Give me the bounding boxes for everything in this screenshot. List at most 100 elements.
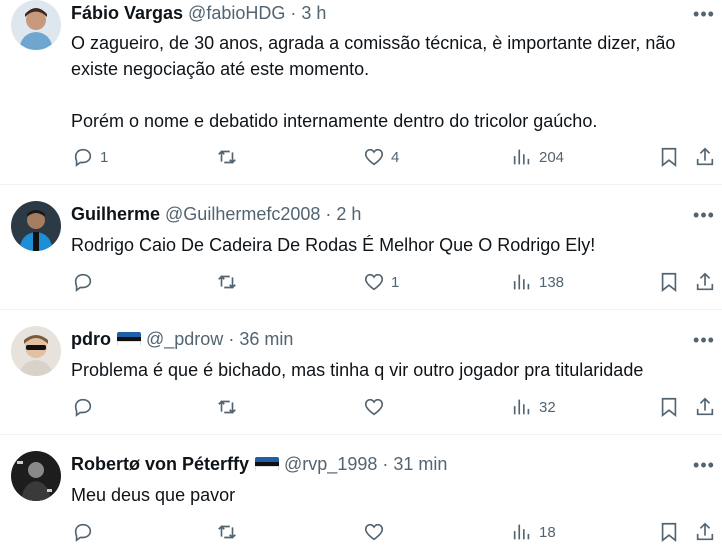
share-button[interactable] xyxy=(694,521,716,543)
tweet-line: Porém o nome e debatido internamente den… xyxy=(71,111,598,131)
views-button[interactable]: 18 xyxy=(511,521,556,543)
like-count: 4 xyxy=(391,148,400,166)
views-icon xyxy=(513,149,530,165)
tweet[interactable]: Fábio Vargas @fabioHDG · 3 h ••• O zague… xyxy=(0,0,722,185)
share-button[interactable] xyxy=(694,396,716,418)
retweet-icon xyxy=(218,525,236,539)
tweet-text: Rodrigo Caio De Cadeira De Rodas É Melho… xyxy=(71,232,702,258)
avatar[interactable] xyxy=(11,326,61,376)
tweet-line: Meu deus que pavor xyxy=(71,485,236,505)
reply-button[interactable] xyxy=(72,521,94,543)
author-handle[interactable]: @Guilhermefc2008 xyxy=(165,204,320,225)
tweet-header: Guilherme @Guilhermefc2008 · 2 h xyxy=(71,203,672,225)
action-bar: 1 138 xyxy=(66,269,722,295)
like-button[interactable]: 1 xyxy=(363,271,399,293)
retweet-button[interactable] xyxy=(216,521,238,543)
retweet-icon xyxy=(218,150,236,164)
bookmark-button[interactable] xyxy=(658,396,680,418)
tweet-text: O zagueiro, de 30 anos, agrada a comissã… xyxy=(71,30,702,134)
tweet-header: Fábio Vargas @fabioHDG · 3 h xyxy=(71,2,672,24)
like-count: 1 xyxy=(391,273,400,291)
share-button[interactable] xyxy=(694,146,716,168)
retweet-button[interactable] xyxy=(216,396,238,418)
reply-icon xyxy=(74,523,92,542)
share-icon xyxy=(696,522,714,541)
views-button[interactable]: 32 xyxy=(511,396,556,418)
reply-button[interactable] xyxy=(72,396,94,418)
avatar[interactable] xyxy=(11,0,61,50)
separator-dot: · xyxy=(382,453,389,474)
views-icon xyxy=(513,399,530,415)
views-button[interactable]: 138 xyxy=(511,271,564,293)
share-icon xyxy=(696,397,714,416)
retweet-icon xyxy=(218,400,236,414)
more-icon[interactable]: ••• xyxy=(692,205,716,225)
avatar[interactable] xyxy=(11,451,61,501)
action-bar: 32 xyxy=(66,394,722,420)
more-icon[interactable]: ••• xyxy=(692,330,716,350)
like-button[interactable]: 4 xyxy=(363,146,399,168)
views-count: 138 xyxy=(539,273,565,291)
bookmark-button[interactable] xyxy=(658,521,680,543)
like-icon xyxy=(364,523,384,541)
bookmark-button[interactable] xyxy=(658,146,680,168)
bookmark-icon xyxy=(661,397,677,417)
reply-count: 1 xyxy=(100,148,109,166)
separator-dot: · xyxy=(290,2,297,23)
bookmark-icon xyxy=(661,522,677,542)
flag-icon xyxy=(255,457,280,471)
like-button[interactable] xyxy=(363,521,385,543)
author-name[interactable]: Guilherme xyxy=(71,204,160,225)
like-icon xyxy=(364,398,384,416)
author-name[interactable]: Robertø von Péterffy xyxy=(71,454,249,475)
views-count: 204 xyxy=(539,148,565,166)
like-icon xyxy=(364,273,384,291)
timestamp[interactable]: 36 min xyxy=(239,329,293,350)
author-handle[interactable]: @_pdrow xyxy=(146,329,223,350)
reply-icon xyxy=(74,148,92,167)
author-name[interactable]: pdro xyxy=(71,329,111,350)
like-icon xyxy=(364,148,384,166)
views-button[interactable]: 204 xyxy=(511,146,564,168)
tweet[interactable]: pdro @_pdrow · 36 min ••• Problema é que… xyxy=(0,310,722,435)
timestamp[interactable]: 3 h xyxy=(301,3,326,24)
like-button[interactable] xyxy=(363,396,385,418)
tweet-line: Rodrigo Caio De Cadeira De Rodas É Melho… xyxy=(71,235,596,255)
more-icon[interactable]: ••• xyxy=(692,455,716,475)
action-bar: 18 xyxy=(66,519,722,545)
timestamp[interactable]: 31 min xyxy=(393,454,447,475)
bookmark-button[interactable] xyxy=(658,271,680,293)
tweet-line: Problema é que é bichado, mas tinha q vi… xyxy=(71,360,644,380)
views-icon xyxy=(513,524,530,540)
separator-dot: · xyxy=(325,203,332,224)
tweet-line: O zagueiro, de 30 anos, agrada a comissã… xyxy=(71,33,676,53)
retweet-button[interactable] xyxy=(216,146,238,168)
views-count: 18 xyxy=(539,523,556,541)
bookmark-icon xyxy=(661,147,677,167)
reply-icon xyxy=(74,273,92,292)
share-icon xyxy=(696,147,714,166)
share-button[interactable] xyxy=(694,271,716,293)
author-handle[interactable]: @rvp_1998 xyxy=(284,454,377,475)
retweet-button[interactable] xyxy=(216,271,238,293)
author-handle[interactable]: @fabioHDG xyxy=(188,3,285,24)
author-name[interactable]: Fábio Vargas xyxy=(71,3,183,24)
tweet-header: Robertø von Péterffy @rvp_1998 · 31 min xyxy=(71,453,672,475)
action-bar: 1 4 204 xyxy=(66,144,722,170)
avatar[interactable] xyxy=(11,201,61,251)
tweet-text: Meu deus que pavor xyxy=(71,482,702,508)
tweet-line: existe negociação até este momento. xyxy=(71,59,370,79)
timestamp[interactable]: 2 h xyxy=(336,204,361,225)
views-count: 32 xyxy=(539,398,556,416)
tweet[interactable]: Robertø von Péterffy @rvp_1998 · 31 min … xyxy=(0,435,722,553)
reply-button[interactable]: 1 xyxy=(72,146,108,168)
reply-icon xyxy=(74,398,92,417)
flag-icon xyxy=(117,332,141,346)
share-icon xyxy=(696,272,714,291)
more-icon[interactable]: ••• xyxy=(692,4,716,24)
tweet-text: Problema é que é bichado, mas tinha q vi… xyxy=(71,357,702,383)
bookmark-icon xyxy=(661,272,677,292)
reply-button[interactable] xyxy=(72,271,94,293)
tweet[interactable]: Guilherme @Guilhermefc2008 · 2 h ••• Rod… xyxy=(0,185,722,310)
separator-dot: · xyxy=(228,328,235,349)
